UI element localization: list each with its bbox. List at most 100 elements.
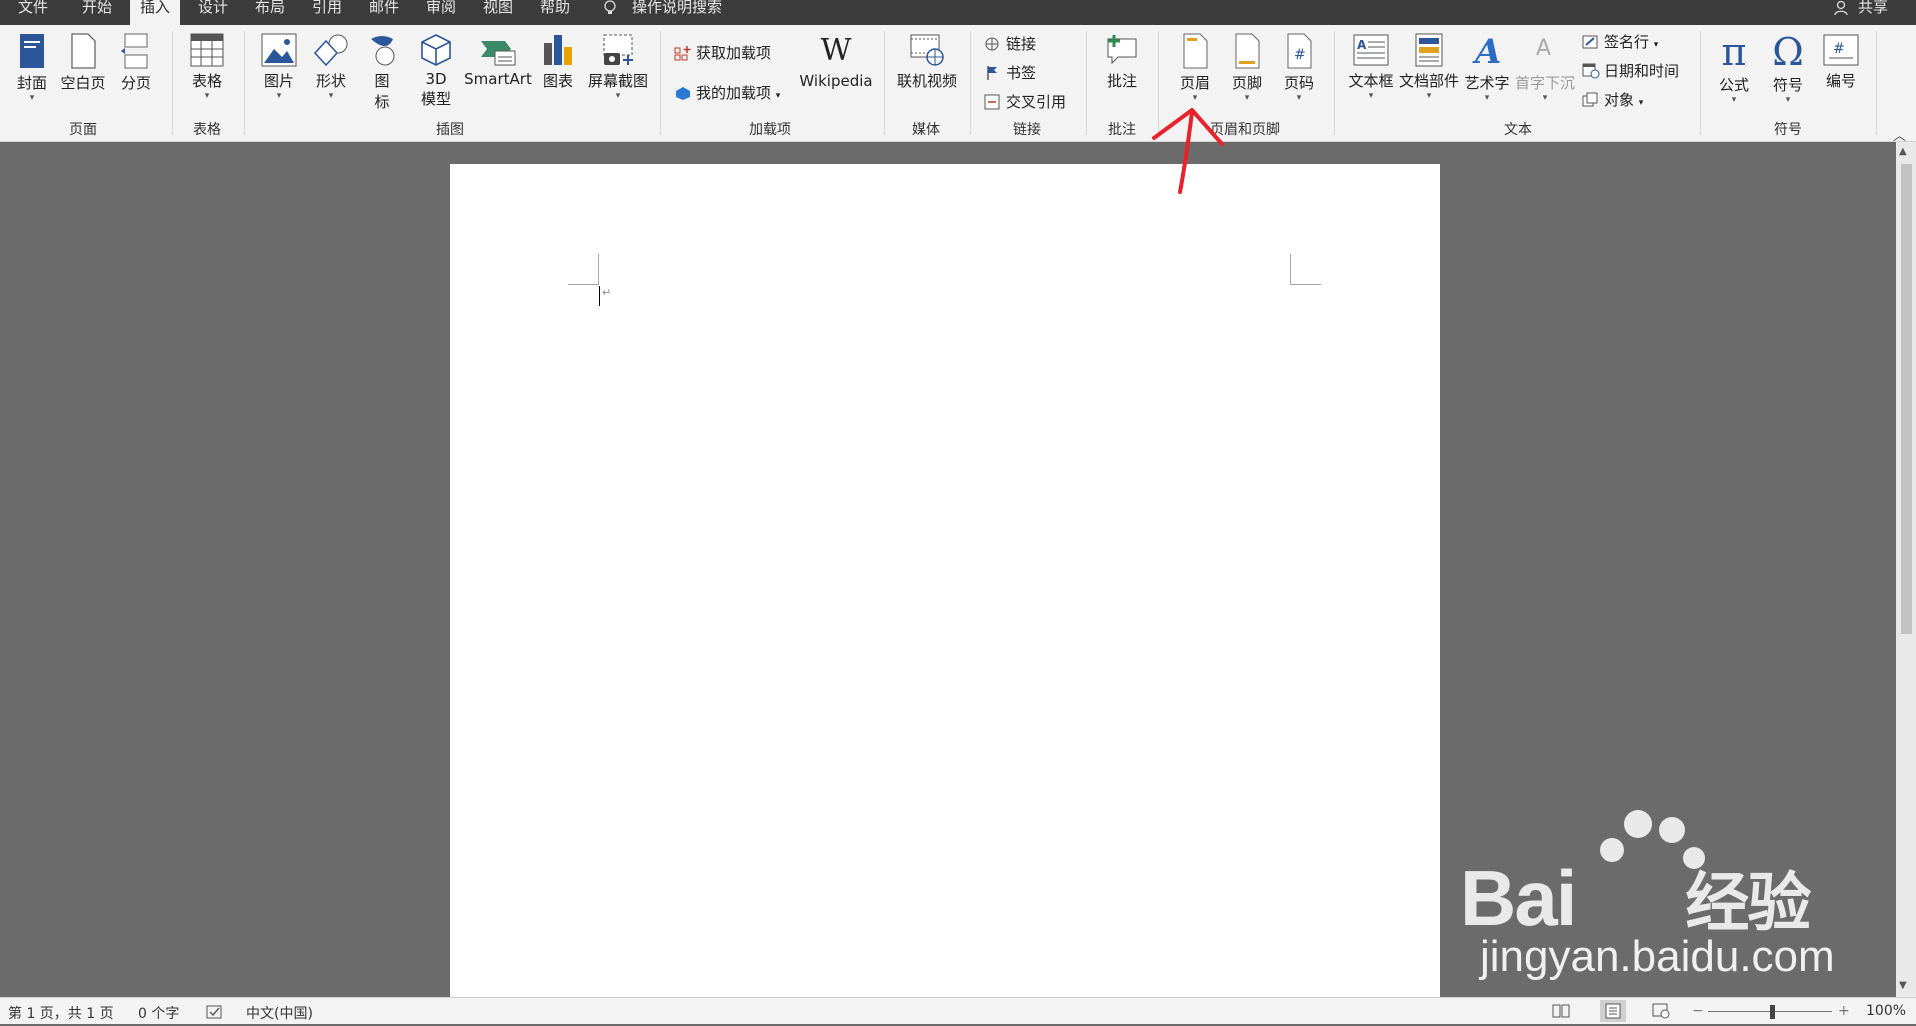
zoom-level[interactable]: 100% <box>1866 1003 1906 1019</box>
language-indicator[interactable]: 中文(中国) <box>246 1003 313 1023</box>
tab-mailings[interactable]: 邮件 <box>369 0 399 25</box>
group-label-tables: 表格 <box>193 122 221 138</box>
cover-page-button[interactable]: 封面 ▾ <box>12 33 52 103</box>
icons-label-2: 标 <box>374 93 390 111</box>
tell-me-search[interactable]: 操作说明搜索 <box>632 0 722 15</box>
wikipedia-button[interactable]: W Wikipedia <box>798 33 874 90</box>
footer-button[interactable]: 页脚 ▾ <box>1224 33 1270 103</box>
equation-label: 公式 <box>1718 76 1749 94</box>
watermark-brand: Bai <box>1460 854 1577 942</box>
tab-references[interactable]: 引用 <box>312 0 342 25</box>
online-video-button[interactable]: 联机视频 <box>892 33 962 91</box>
cross-reference-button[interactable]: 交叉引用 <box>984 91 1066 112</box>
3d-models-button[interactable]: 3D 模型 <box>414 33 458 109</box>
blank-page-button[interactable]: 空白页 <box>58 33 108 93</box>
scrollbar-thumb[interactable] <box>1901 164 1912 634</box>
my-addins-button[interactable]: 我的加载项 ▾ <box>674 82 780 103</box>
group-label-comments: 批注 <box>1108 122 1136 138</box>
number-label: 编号 <box>1825 72 1856 90</box>
page-count[interactable]: 第 1 页，共 1 页 <box>8 1003 114 1023</box>
read-mode-icon[interactable] <box>1552 1003 1570 1023</box>
text-box-button[interactable]: A 文本框 ▾ <box>1346 33 1396 101</box>
share-button[interactable]: 共享 <box>1858 0 1888 15</box>
page-break-button[interactable]: 分页 <box>114 33 158 93</box>
smartart-button[interactable]: SmartArt <box>462 33 534 88</box>
scroll-up-arrow-icon[interactable]: ▲ <box>1899 146 1907 157</box>
get-addins-button[interactable]: 获取加载项 <box>674 42 771 63</box>
table-label: 表格 <box>191 72 222 90</box>
chart-button[interactable]: 图表 <box>538 33 578 91</box>
chart-icon <box>544 35 572 65</box>
tab-home[interactable]: 开始 <box>82 0 112 25</box>
quick-parts-label: 文档部件 <box>1398 72 1459 90</box>
group-label-addins: 加载项 <box>749 122 791 138</box>
header-icon <box>1183 33 1208 69</box>
number-button[interactable]: # 编号 <box>1818 33 1864 91</box>
blank-page-icon <box>71 33 96 69</box>
object-button[interactable]: 对象 ▾ <box>1582 89 1643 110</box>
page-number-label: 页码 <box>1283 74 1314 92</box>
online-video-label: 联机视频 <box>896 72 957 90</box>
quick-parts-button[interactable]: 文档部件 ▾ <box>1398 33 1460 101</box>
proofing-icon[interactable] <box>206 1004 224 1023</box>
symbol-label: 符号 <box>1772 76 1803 94</box>
table-button[interactable]: 表格 ▾ <box>184 33 230 101</box>
cover-page-icon <box>20 34 44 68</box>
table-icon <box>190 33 224 67</box>
wordart-label: 艺术字 <box>1464 74 1510 92</box>
document-page[interactable]: ↵ <box>450 164 1440 997</box>
footer-icon <box>1235 33 1260 69</box>
print-layout-icon[interactable] <box>1600 1000 1626 1022</box>
page-number-button[interactable]: # 页码 ▾ <box>1276 33 1322 103</box>
text-cursor <box>599 286 600 306</box>
object-label: 对象 <box>1604 91 1635 109</box>
comment-label: 批注 <box>1106 72 1137 90</box>
tab-help[interactable]: 帮助 <box>540 0 570 25</box>
watermark-url: jingyan.baidu.com <box>1480 932 1835 981</box>
icons-button[interactable]: 图 标 <box>362 33 402 112</box>
header-button[interactable]: 页眉 ▾ <box>1172 33 1218 103</box>
ribbon: 封面 ▾ 空白页 分页 页面 表格 ▾ 表格 图片 ▾ 形状 ▾ 图 标 3D … <box>0 25 1916 144</box>
quick-parts-icon <box>1415 33 1443 67</box>
group-label-illustrations: 插图 <box>436 122 464 138</box>
screenshot-button[interactable]: 屏幕截图 ▾ <box>584 33 652 101</box>
signature-line-label: 签名行 <box>1604 33 1650 51</box>
wordart-icon: A <box>1472 33 1501 69</box>
link-button[interactable]: 链接 <box>984 33 1036 54</box>
web-layout-icon[interactable] <box>1652 1003 1670 1023</box>
tab-layout[interactable]: 布局 <box>255 0 285 25</box>
tab-review[interactable]: 审阅 <box>426 0 456 25</box>
online-video-icon <box>910 34 944 66</box>
symbol-button[interactable]: Ω 符号 ▾ <box>1764 33 1812 105</box>
zoom-slider-thumb[interactable] <box>1770 1005 1775 1019</box>
tab-insert[interactable]: 插入 <box>130 0 181 25</box>
zoom-in-button[interactable]: + <box>1838 1003 1850 1019</box>
group-label-media: 媒体 <box>912 122 940 138</box>
zoom-out-button[interactable]: − <box>1692 1003 1704 1019</box>
signature-line-button[interactable]: 签名行 ▾ <box>1582 31 1658 52</box>
bookmark-label: 书签 <box>1006 64 1037 82</box>
bookmark-button[interactable]: 书签 <box>984 62 1036 83</box>
page-number-icon: # <box>1287 33 1312 69</box>
tab-design[interactable]: 设计 <box>198 0 228 25</box>
scroll-down-arrow-icon[interactable]: ▼ <box>1899 980 1907 991</box>
icons-icon <box>371 36 395 66</box>
tab-file[interactable]: 文件 <box>18 0 48 25</box>
picture-button[interactable]: 图片 ▾ <box>256 33 302 101</box>
calendar-clock-icon <box>1582 63 1600 79</box>
word-count[interactable]: 0 个字 <box>138 1003 179 1023</box>
person-icon <box>1834 0 1850 20</box>
wordart-button[interactable]: A 艺术字 ▾ <box>1464 33 1510 103</box>
vertical-scrollbar[interactable]: ▲ ▼ <box>1896 142 1916 997</box>
equation-button[interactable]: π 公式 ▾ <box>1710 33 1758 105</box>
shapes-button[interactable]: 形状 ▾ <box>308 33 354 101</box>
tab-view[interactable]: 视图 <box>483 0 513 25</box>
header-label: 页眉 <box>1179 74 1210 92</box>
watermark-suffix: 经验 <box>1685 867 1811 939</box>
new-comment-button[interactable]: 批注 <box>1098 33 1146 91</box>
bookmark-flag-icon <box>987 66 997 80</box>
drop-cap-button[interactable]: A 首字下沉 ▾ <box>1512 33 1578 103</box>
date-time-button[interactable]: 日期和时间 <box>1582 60 1679 81</box>
comment-icon <box>1107 35 1137 65</box>
number-icon: # <box>1823 34 1859 66</box>
